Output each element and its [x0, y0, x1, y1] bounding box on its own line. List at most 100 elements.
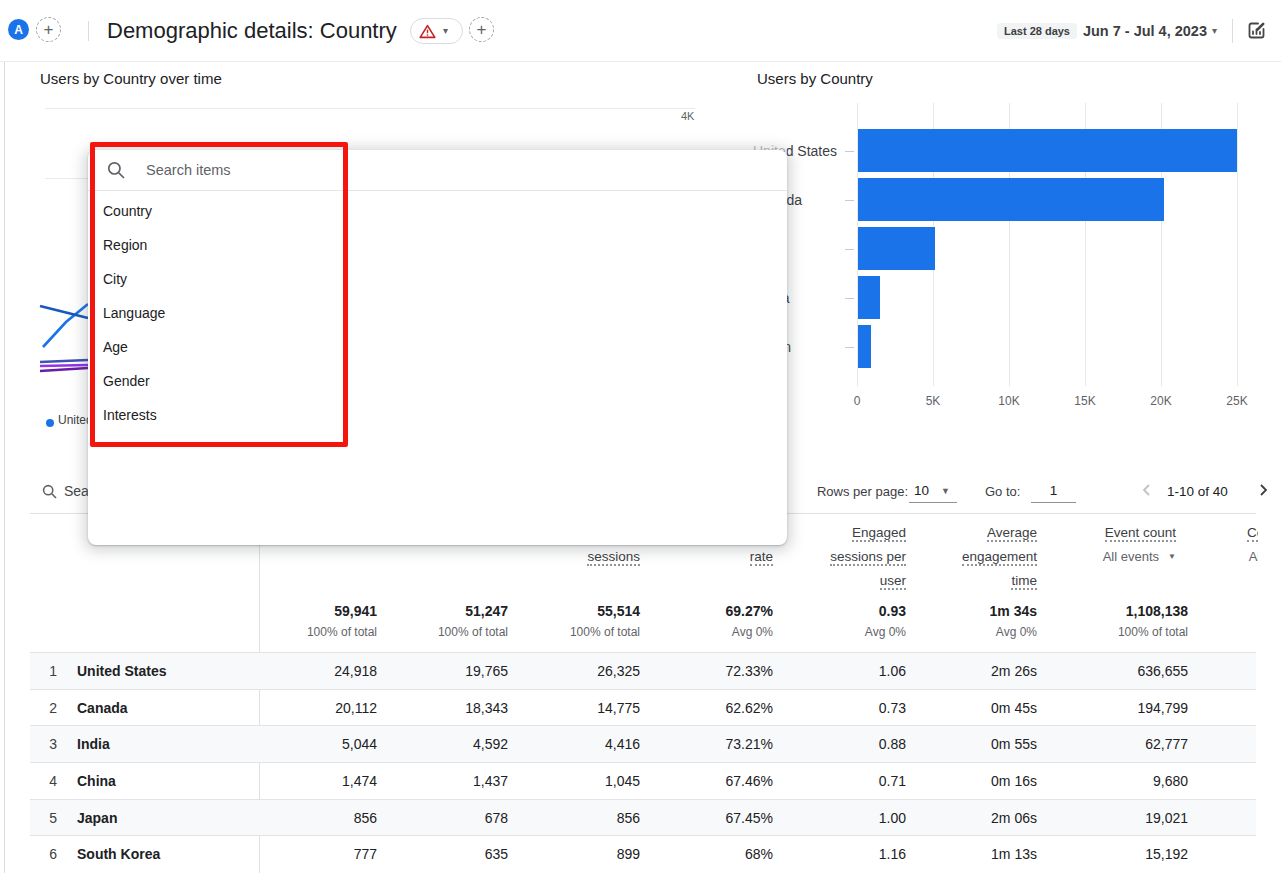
column-header[interactable]: Engaged sessions per user — [830, 526, 906, 598]
cell-value: 5,044 — [342, 726, 377, 763]
totals-subtext: Avg 0% — [732, 625, 773, 639]
country-name: Japan — [77, 800, 117, 837]
chevron-right-icon[interactable] — [1256, 483, 1270, 497]
column-header-text[interactable]: sessions — [587, 550, 640, 566]
cell-value: 19,021 — [1145, 800, 1188, 837]
panel-item-language[interactable]: Language — [88, 296, 787, 330]
cell-value: 72.33% — [726, 653, 773, 690]
country-name: South Korea — [77, 836, 160, 873]
cell-value: 62,777 — [1145, 726, 1188, 763]
cell-value: 1,437 — [473, 763, 508, 800]
country-name: China — [77, 763, 116, 800]
event-selector[interactable]: All events — [1103, 549, 1159, 564]
panel-item-city[interactable]: City — [88, 262, 787, 296]
totals-value: 59,941 — [334, 603, 377, 619]
column-header[interactable]: Event count All events ▼ — [1103, 526, 1176, 574]
totals-value: 51,247 — [465, 603, 508, 619]
column-header-text[interactable]: Engaged — [852, 526, 906, 542]
cell-value: 1.00 — [879, 800, 906, 837]
cell-value: 26,325 — [597, 653, 640, 690]
column-header[interactable]: ConversionsAll events▼ — [1247, 526, 1258, 574]
cell-value: 1.16 — [879, 836, 906, 873]
cell-value: 1.06 — [879, 653, 906, 690]
row-number: 4 — [37, 763, 57, 800]
column-header-text[interactable]: time — [1011, 574, 1037, 590]
totals-subtext: 100% of total — [307, 625, 377, 639]
table-row[interactable]: 2 Canada 20,112 18,343 14,775 62.62% 0.73 0m 45… — [30, 689, 1256, 726]
panel-item-age[interactable]: Age — [88, 330, 787, 364]
cell-value: 73.21% — [726, 726, 773, 763]
cell-value: 635 — [485, 836, 508, 873]
cell-value: 14,775 — [597, 690, 640, 727]
totals-value: 1m 34s — [990, 603, 1037, 619]
dimension-picker-panel: Search items CountryRegionCityLanguageAg… — [88, 150, 787, 545]
column-header-text[interactable]: sessions per — [830, 550, 906, 566]
table-row[interactable]: 1United States24,91819,76526,32572.33%1.… — [30, 652, 1256, 689]
column-header-text[interactable]: rate — [750, 550, 773, 566]
ga4-demographic-details-page: A + Demographic details: Country ▾ + Las… — [0, 0, 1281, 873]
cell-value: 0.88 — [879, 726, 906, 763]
table-row[interactable]: 4China1,4741,4371,04567.46%0.710m 16s9,6… — [30, 762, 1256, 799]
totals-subtext: 100% of total — [1118, 625, 1188, 639]
country-name: United States — [77, 653, 166, 690]
totals-subtext: Avg 0% — [865, 625, 906, 639]
cell-value: 4,416 — [605, 726, 640, 763]
column-header-text[interactable]: Average — [987, 526, 1037, 542]
cell-value: 19,765 — [465, 653, 508, 690]
cell-value: 24,918 — [334, 653, 377, 690]
cell-value: 1,474 — [342, 763, 377, 800]
totals-value: 55,514 — [597, 603, 640, 619]
cell-value: 856 — [354, 800, 377, 837]
cell-value: 0.71 — [879, 763, 906, 800]
country-name: Canada — [77, 690, 128, 727]
cell-value: 2m 26s — [991, 653, 1037, 690]
panel-search-row[interactable]: Search items — [88, 150, 787, 191]
panel-search-placeholder: Search items — [146, 162, 231, 178]
cell-value: 194,799 — [1137, 690, 1188, 727]
column-header-text[interactable]: user — [880, 574, 906, 590]
cell-value: 0m 55s — [991, 726, 1037, 763]
cell-value: 67.45% — [726, 800, 773, 837]
cell-value: 62.62% — [726, 690, 773, 727]
cell-value: 0.73 — [879, 690, 906, 727]
cell-value: 0m 45s — [991, 690, 1037, 727]
event-selector[interactable]: All events — [1249, 549, 1258, 564]
totals-subtext: Avg 0% — [996, 625, 1037, 639]
row-number: 6 — [37, 836, 57, 873]
cell-value: 4,592 — [473, 726, 508, 763]
cell-value: 18,343 — [465, 690, 508, 727]
column-header-text[interactable]: engagement — [962, 550, 1037, 566]
totals-subtext: 100% of total — [570, 625, 640, 639]
totals-subtext: 100% of total — [438, 625, 508, 639]
totals-value: 1,108,138 — [1126, 603, 1188, 619]
panel-item-interests[interactable]: Interests — [88, 398, 787, 432]
cell-value: 899 — [617, 836, 640, 873]
cell-value: 9,680 — [1153, 763, 1188, 800]
cell-value: 0m 16s — [991, 763, 1037, 800]
totals-value: 69.27% — [726, 603, 773, 619]
panel-item-list: CountryRegionCityLanguageAgeGenderIntere… — [88, 191, 787, 432]
row-number: 5 — [37, 800, 57, 837]
cell-value: 1m 13s — [991, 836, 1037, 873]
panel-item-region[interactable]: Region — [88, 228, 787, 262]
cell-value: 856 — [617, 800, 640, 837]
column-header-text[interactable]: Event count — [1105, 526, 1176, 542]
totals-value: 0.93 — [879, 603, 906, 619]
cell-value: 1,045 — [605, 763, 640, 800]
cell-value: 678 — [485, 800, 508, 837]
panel-item-country[interactable]: Country — [88, 194, 787, 228]
caret-down-icon: ▼ — [1168, 550, 1176, 564]
panel-item-gender[interactable]: Gender — [88, 364, 787, 398]
cell-value: 15,192 — [1145, 836, 1188, 873]
country-name: India — [77, 726, 110, 763]
cell-value: 20,112 — [335, 690, 377, 727]
column-header[interactable]: Average engagement time — [962, 526, 1037, 598]
table-row[interactable]: 3India5,0444,5924,41673.21%0.880m 55s62,… — [30, 725, 1256, 762]
table-row[interactable]: 6 South Korea 777 635 899 68% 1.16 1m 13s 15,192 — [30, 835, 1256, 872]
cell-value: 68% — [745, 836, 773, 873]
table-row[interactable]: 5Japan85667885667.45%1.002m 06s19,021 — [30, 799, 1256, 836]
column-header-text[interactable]: Conversions — [1247, 526, 1258, 542]
row-number: 2 — [37, 690, 57, 727]
cell-value: 636,655 — [1137, 653, 1188, 690]
cell-value: 777 — [354, 836, 377, 873]
